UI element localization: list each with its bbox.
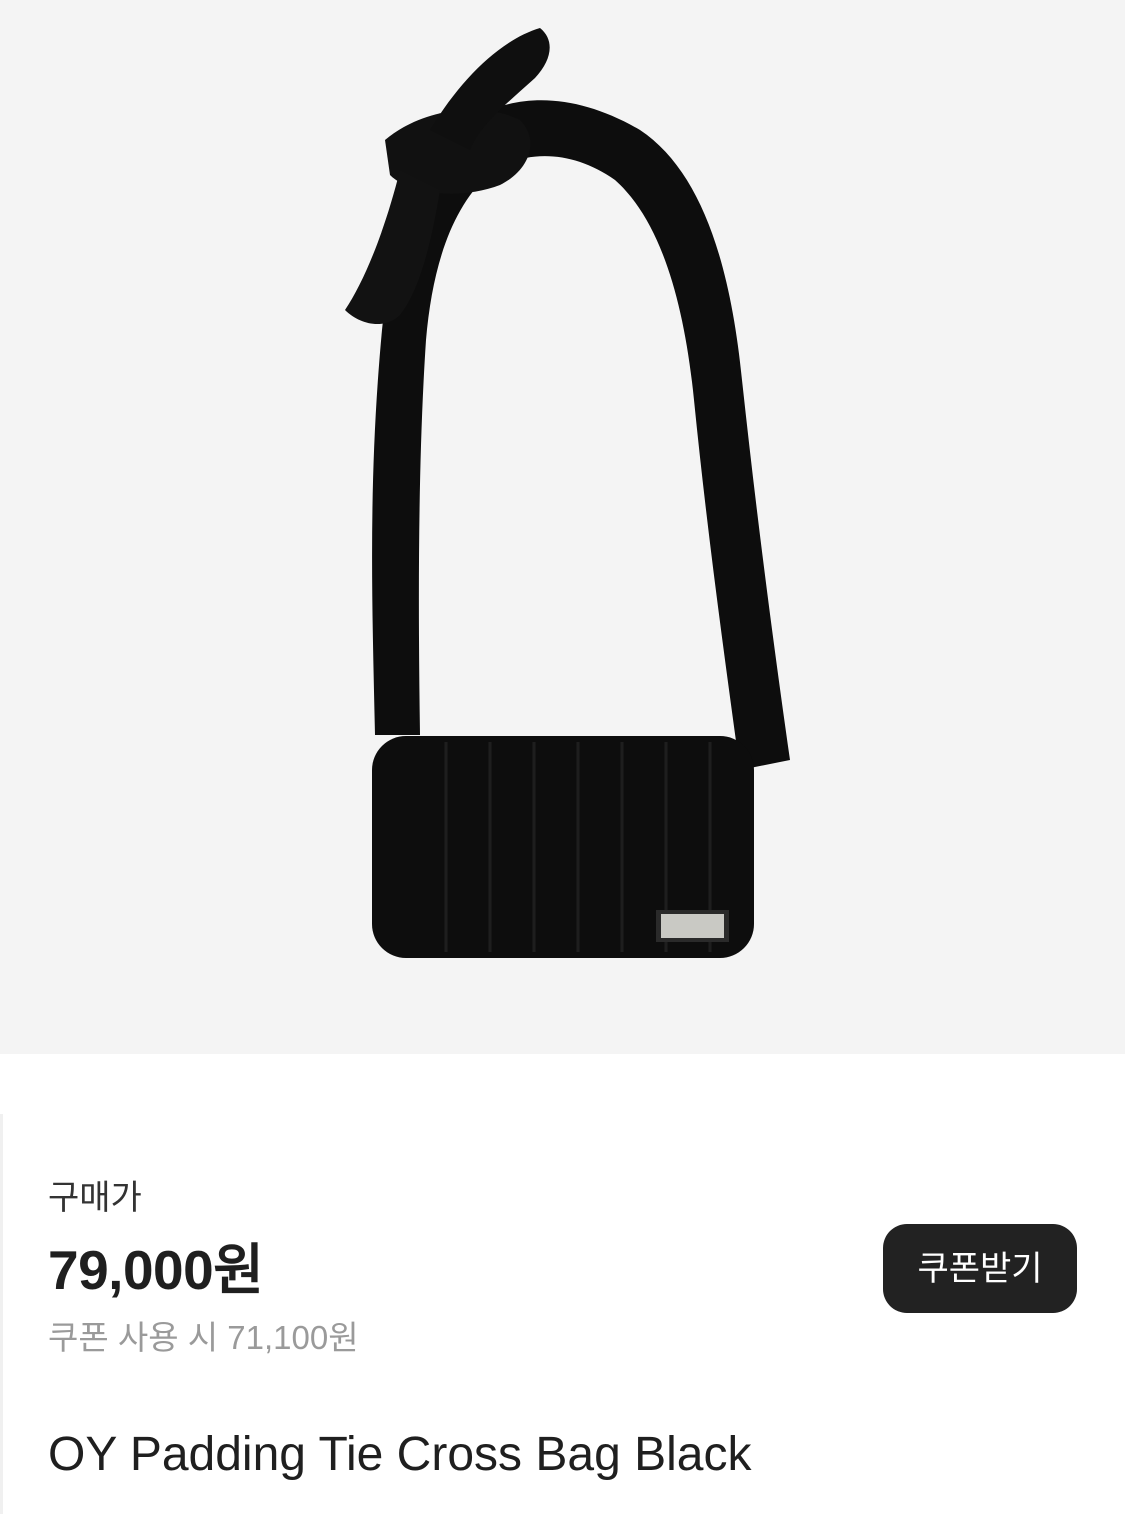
get-coupon-button[interactable]: 쿠폰받기	[883, 1224, 1077, 1313]
price-value: 79,000원	[48, 1239, 264, 1301]
price-label: 구매가	[48, 1179, 142, 1217]
bag-illustration	[345, 28, 790, 958]
coupon-price-text: 쿠폰 사용 시 71,100원	[48, 1319, 359, 1356]
product-info-panel: 구매가 79,000원 쿠폰 사용 시 71,100원 쿠폰받기 OY Padd…	[0, 1054, 1125, 1514]
product-image[interactable]	[0, 0, 1125, 1054]
divider	[0, 1114, 3, 1514]
product-name: OY Padding Tie Cross Bag Black	[48, 1428, 752, 1481]
